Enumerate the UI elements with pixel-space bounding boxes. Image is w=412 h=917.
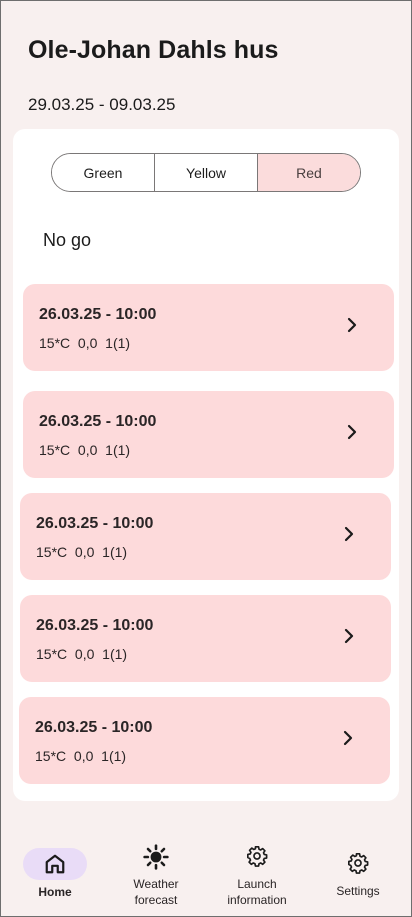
- filter-green-button[interactable]: Green: [52, 154, 155, 191]
- entry-info: 15*C 0,0 1(1): [35, 748, 127, 764]
- nav-launch-label-line2: information: [227, 893, 287, 907]
- filter-yellow-button[interactable]: Yellow: [155, 154, 258, 191]
- home-icon: [45, 854, 65, 874]
- date-range: 29.03.25 - 09.03.25: [28, 95, 176, 114]
- entry-card[interactable]: 26.03.25 - 10:00 15*C 0,0 1(1): [20, 493, 391, 580]
- nav-weather-label-line1: Weather: [133, 877, 179, 891]
- filter-segmented-control: Green Yellow Red: [51, 153, 361, 192]
- nav-launch-information[interactable]: Launch information: [207, 835, 307, 916]
- entry-card[interactable]: 26.03.25 - 10:00 15*C 0,0 1(1): [23, 391, 394, 478]
- chevron-right-icon: [343, 730, 353, 746]
- entry-datetime: 26.03.25 - 10:00: [36, 617, 154, 634]
- status-text: No go: [43, 230, 92, 250]
- entry-card[interactable]: 26.03.25 - 10:00 15*C 0,0 1(1): [20, 595, 391, 682]
- nav-home[interactable]: Home: [5, 835, 105, 916]
- entry-info: 15*C 0,0 1(1): [39, 442, 131, 458]
- entry-datetime: 26.03.25 - 10:00: [36, 515, 154, 532]
- bottom-navigation: Home Weather forecast Launch information: [1, 835, 411, 916]
- nav-launch-label-line1: Launch: [237, 877, 277, 891]
- chevron-right-icon: [344, 526, 354, 542]
- nav-settings-label: Settings: [336, 884, 380, 898]
- chevron-right-icon: [347, 424, 357, 440]
- nav-weather-forecast[interactable]: Weather forecast: [105, 835, 207, 916]
- sun-icon: [143, 844, 169, 870]
- entry-datetime: 26.03.25 - 10:00: [39, 306, 157, 323]
- settings-gear-icon: [348, 853, 369, 874]
- gear-icon: [247, 846, 268, 867]
- nav-home-label: Home: [38, 885, 72, 899]
- entry-datetime: 26.03.25 - 10:00: [39, 413, 157, 430]
- page-title: Ole-Johan Dahls hus: [28, 36, 279, 64]
- chevron-right-icon: [344, 628, 354, 644]
- entry-info: 15*C 0,0 1(1): [39, 335, 131, 351]
- entry-card[interactable]: 26.03.25 - 10:00 15*C 0,0 1(1): [19, 697, 390, 784]
- entry-info: 15*C 0,0 1(1): [36, 646, 128, 662]
- filter-red-button[interactable]: Red: [258, 154, 360, 191]
- entry-datetime: 26.03.25 - 10:00: [35, 719, 153, 736]
- nav-settings[interactable]: Settings: [307, 835, 409, 916]
- entry-card[interactable]: 26.03.25 - 10:00 15*C 0,0 1(1): [23, 284, 394, 371]
- chevron-right-icon: [347, 317, 357, 333]
- entry-info: 15*C 0,0 1(1): [36, 544, 128, 560]
- nav-weather-label-line2: forecast: [134, 893, 178, 907]
